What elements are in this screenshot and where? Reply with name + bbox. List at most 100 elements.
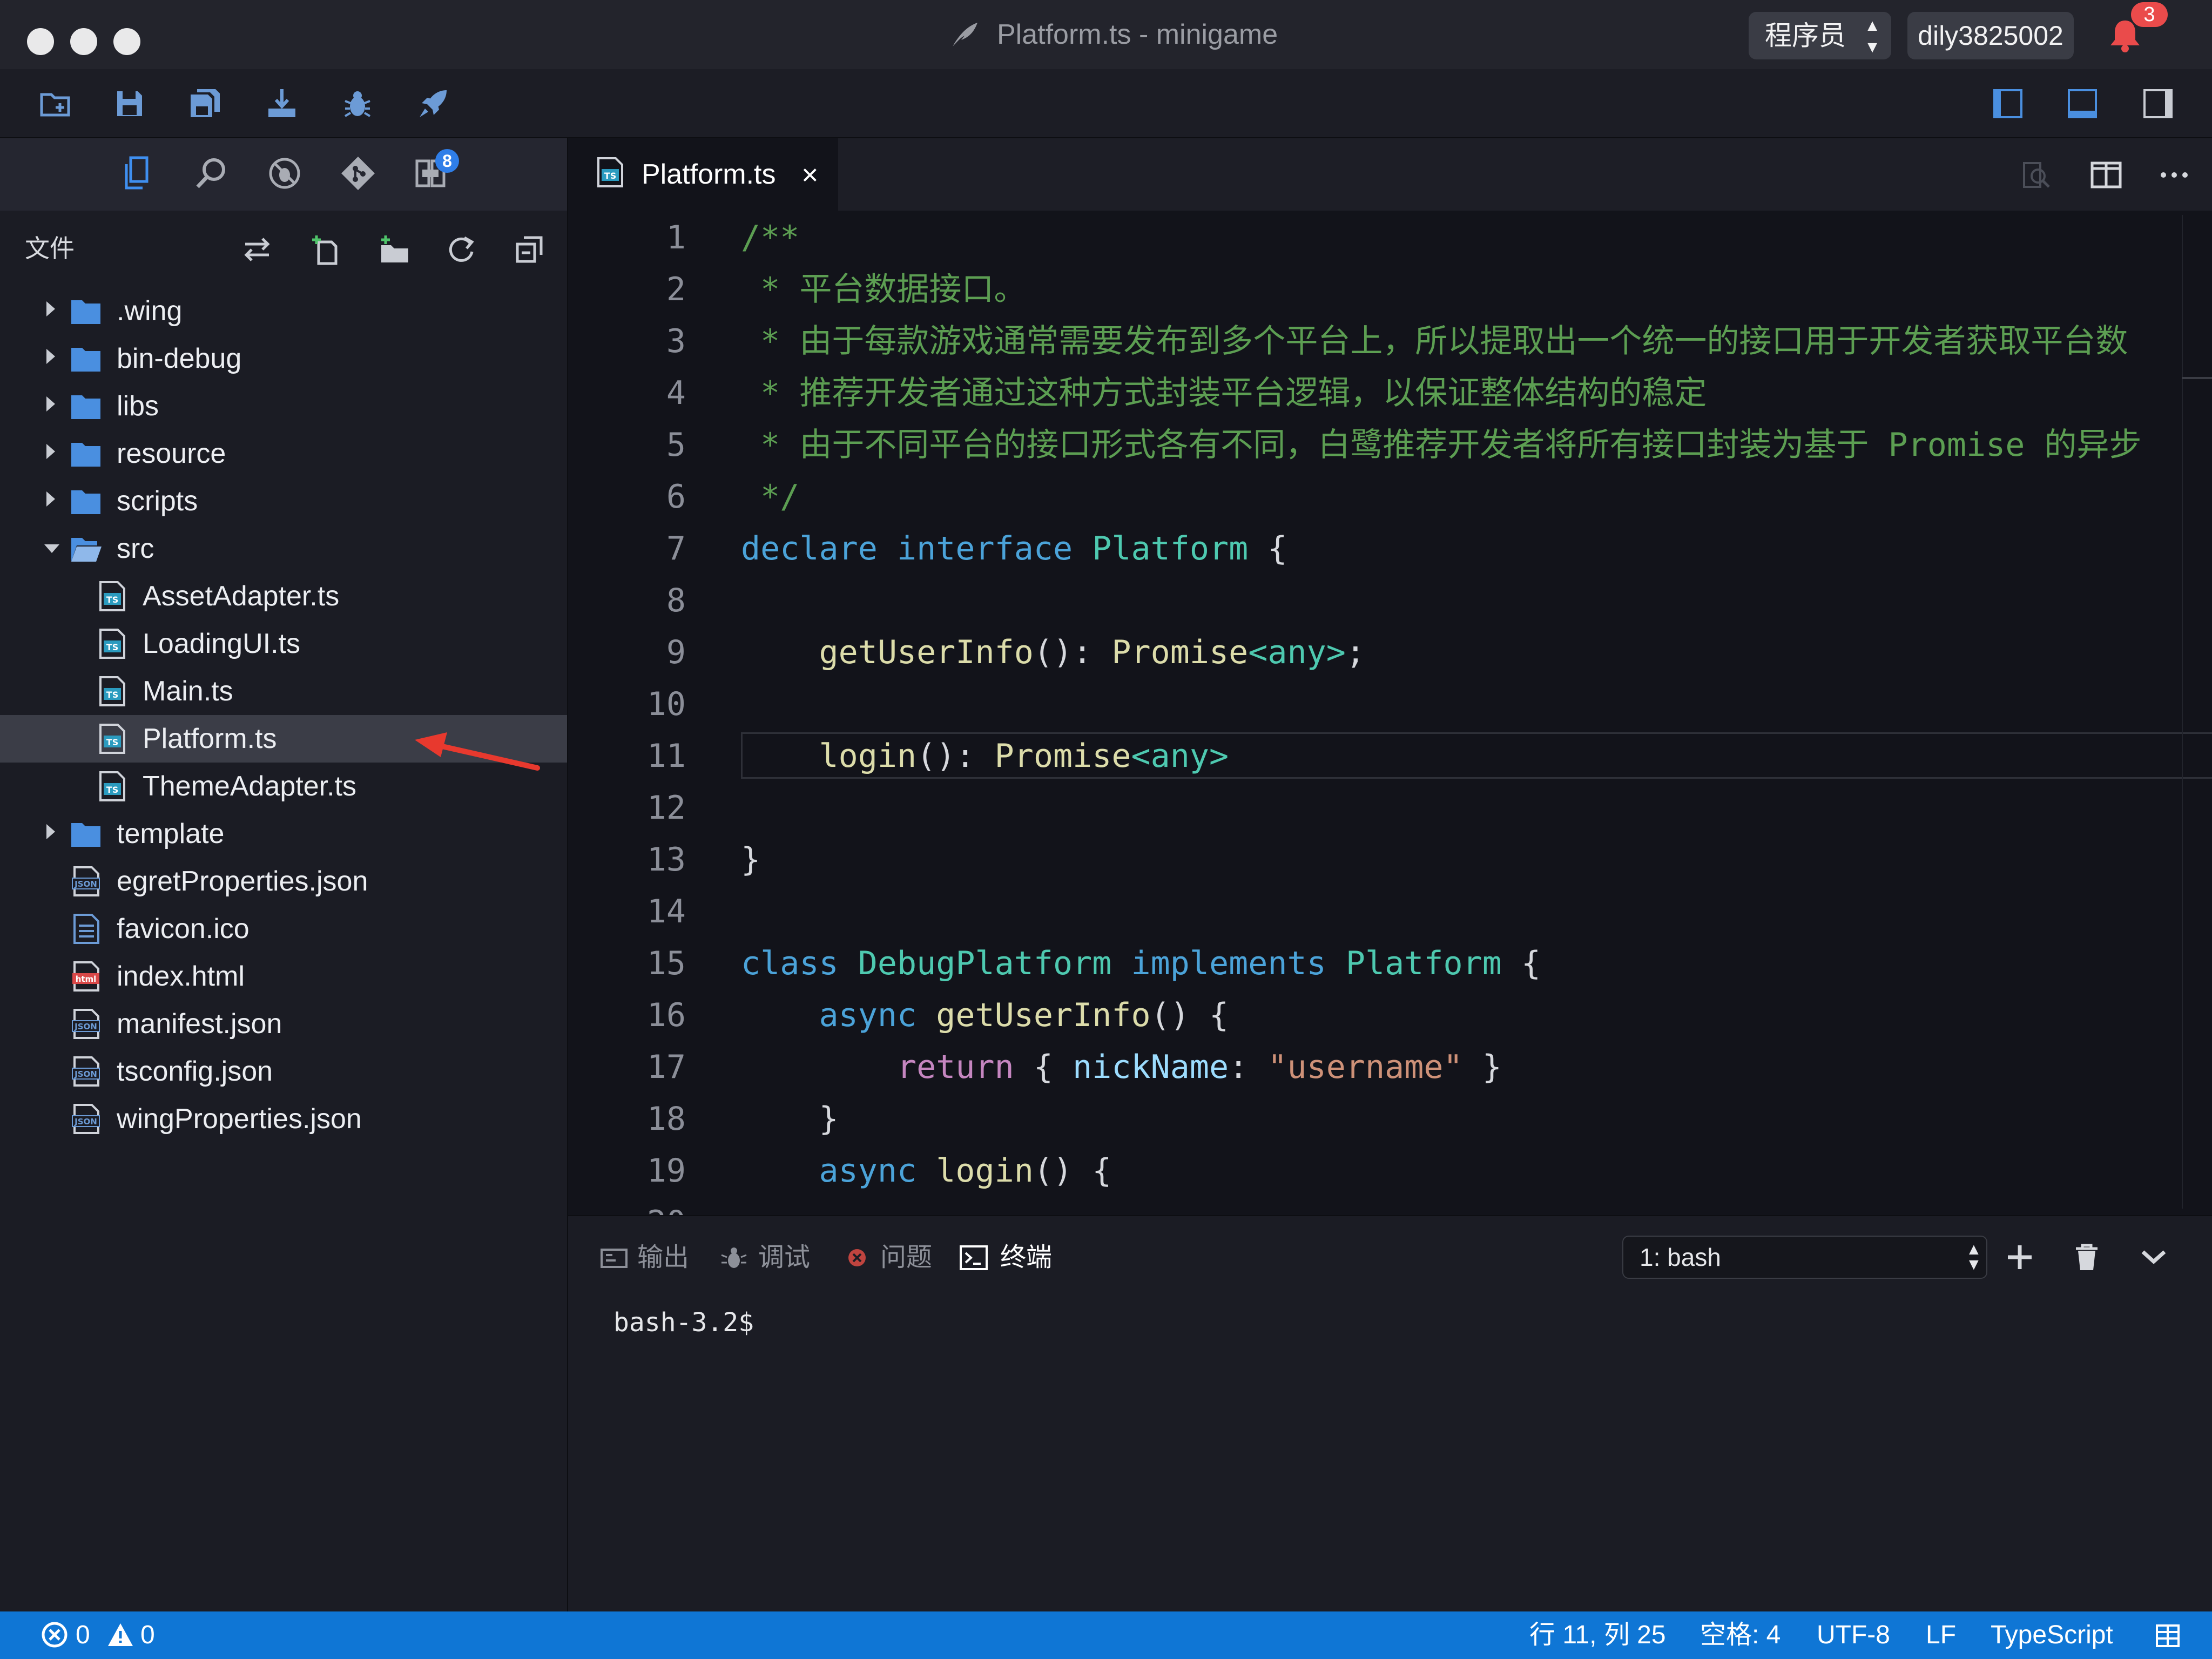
tree-file-tsconfig[interactable]: JSON tsconfig.json <box>0 1048 567 1095</box>
layout-toggle-icon[interactable] <box>2155 1623 2181 1648</box>
debug-bug-icon <box>721 1247 747 1268</box>
code-line: login(): Promise<any> <box>741 730 1229 782</box>
refresh-button[interactable] <box>441 229 482 270</box>
toggle-sidebar-button[interactable] <box>1985 81 2031 126</box>
tree-item-label: resource <box>117 438 226 469</box>
role-select[interactable]: 程序员 ▲ ▼ <box>1749 12 1891 59</box>
indentation[interactable]: 空格: 4 <box>1700 1611 1781 1659</box>
toggle-right-panel-button[interactable] <box>2135 81 2181 126</box>
code-token: () { <box>1150 996 1229 1034</box>
folder-icon <box>71 823 100 847</box>
svg-text:JSON: JSON <box>74 1022 97 1031</box>
tab-git[interactable] <box>334 149 382 198</box>
tree-file-main[interactable]: TS Main.ts <box>0 667 567 715</box>
line-number: 10 <box>646 685 686 723</box>
error-icon[interactable] <box>41 1621 68 1648</box>
terminal-select[interactable]: 1: bash <box>1622 1236 1987 1279</box>
tree-item-label: AssetAdapter.ts <box>143 581 340 612</box>
main-toolbar <box>0 69 2212 138</box>
zoom-window-button[interactable] <box>113 28 140 55</box>
chevron-right-icon[interactable] <box>46 349 55 364</box>
code-token: (): <box>916 737 975 775</box>
tab-close-button[interactable]: × <box>801 159 819 191</box>
tree-file-egretproperties[interactable]: JSON egretProperties.json <box>0 858 567 905</box>
line-number: 2 <box>666 271 686 308</box>
publish-button[interactable] <box>410 81 456 126</box>
tree-file-index-html[interactable]: html index.html <box>0 953 567 1000</box>
chevron-right-icon[interactable] <box>46 444 55 459</box>
tab-debug[interactable] <box>260 149 309 198</box>
code-line: getUserInfo(): Promise<any>; <box>741 626 1365 678</box>
terminal-prompt[interactable]: bash-3.2$ <box>613 1304 754 1341</box>
toggle-panel-button[interactable] <box>2060 81 2105 126</box>
tree-item-label: Platform.ts <box>143 723 277 754</box>
split-editor-button[interactable] <box>2087 156 2126 194</box>
kill-terminal-button[interactable] <box>2066 1237 2107 1278</box>
tree-file-favicon[interactable]: favicon.ico <box>0 905 567 953</box>
json-file-icon: JSON <box>72 1104 100 1134</box>
typescript-file-icon: TS <box>99 629 125 659</box>
tree-folder-scripts[interactable]: scripts <box>0 477 567 525</box>
save-button[interactable] <box>107 81 152 126</box>
code-token: Promise <box>994 737 1131 775</box>
panel-tab-terminal[interactable]: 终端 <box>1000 1239 1052 1277</box>
chevron-right-icon[interactable] <box>46 396 55 412</box>
error-count[interactable]: 0 <box>76 1611 90 1659</box>
tree-file-manifest[interactable]: JSON manifest.json <box>0 1000 567 1048</box>
terminal-icon <box>960 1245 988 1270</box>
find-references-button[interactable] <box>2017 156 2055 194</box>
tree-folder-resource[interactable]: resource <box>0 430 567 477</box>
git-changes-badge: 8 <box>435 149 459 173</box>
tree-folder-wing[interactable]: .wing <box>0 287 567 335</box>
collapse-all-button[interactable] <box>509 229 550 270</box>
tree-file-wingproperties[interactable]: JSON wingProperties.json <box>0 1095 567 1143</box>
warning-icon[interactable] <box>107 1621 134 1648</box>
close-window-button[interactable] <box>27 28 54 55</box>
tab-search[interactable] <box>187 149 235 198</box>
new-terminal-button[interactable] <box>1999 1237 2040 1278</box>
annotation-arrow-icon <box>415 732 540 771</box>
code-token: class <box>741 945 839 982</box>
chevron-right-icon[interactable] <box>46 824 55 839</box>
collapse-panel-button[interactable] <box>2133 1237 2174 1278</box>
tree-folder-template[interactable]: template <box>0 810 567 858</box>
user-account-button[interactable]: dily3825002 <box>1907 12 2074 59</box>
new-folder-button[interactable] <box>32 81 78 126</box>
panel-tab-debug[interactable]: 调试 <box>758 1239 810 1277</box>
code-token: Platform <box>1345 945 1502 982</box>
code-token: async <box>819 1152 917 1190</box>
tree-file-loadingui[interactable]: TS LoadingUI.ts <box>0 620 567 667</box>
line-ending[interactable]: LF <box>1926 1611 1956 1659</box>
warning-count[interactable]: 0 <box>140 1611 155 1659</box>
chevron-down-icon[interactable] <box>44 544 59 553</box>
new-file-icon <box>312 235 338 265</box>
cursor-position[interactable]: 行 11, 列 25 <box>1529 1611 1666 1659</box>
panel-tab-output[interactable]: 输出 <box>637 1239 689 1277</box>
code-token: (): <box>1033 633 1092 671</box>
panel-tab-problems[interactable]: 问题 <box>880 1239 932 1277</box>
typescript-file-icon: TS <box>99 676 125 706</box>
chevron-right-icon[interactable] <box>46 491 55 507</box>
minimize-window-button[interactable] <box>70 28 97 55</box>
new-folder-sidebar-button[interactable] <box>374 229 415 270</box>
tab-explorer[interactable] <box>113 149 162 198</box>
tree-folder-bin-debug[interactable]: bin-debug <box>0 335 567 382</box>
sync-button[interactable] <box>237 229 278 270</box>
line-number: 14 <box>646 893 686 930</box>
encoding[interactable]: UTF-8 <box>1817 1611 1890 1659</box>
tree-file-assetadapter[interactable]: TS AssetAdapter.ts <box>0 572 567 620</box>
save-all-button[interactable] <box>183 81 228 126</box>
more-actions-button[interactable] <box>2155 156 2194 194</box>
tree-folder-libs[interactable]: libs <box>0 382 567 430</box>
new-file-button[interactable] <box>306 229 347 270</box>
code-token: getUserInfo <box>819 633 1034 671</box>
tree-folder-src[interactable]: src <box>0 525 567 572</box>
debug-button[interactable] <box>335 81 380 126</box>
folder-icon <box>71 348 100 372</box>
language-mode[interactable]: TypeScript <box>1991 1611 2113 1659</box>
code-token: { <box>1033 1048 1053 1086</box>
chevron-down-icon <box>2141 1250 2166 1264</box>
tree-item-label: Main.ts <box>143 676 233 707</box>
chevron-right-icon[interactable] <box>46 301 55 316</box>
build-button[interactable] <box>259 81 305 126</box>
